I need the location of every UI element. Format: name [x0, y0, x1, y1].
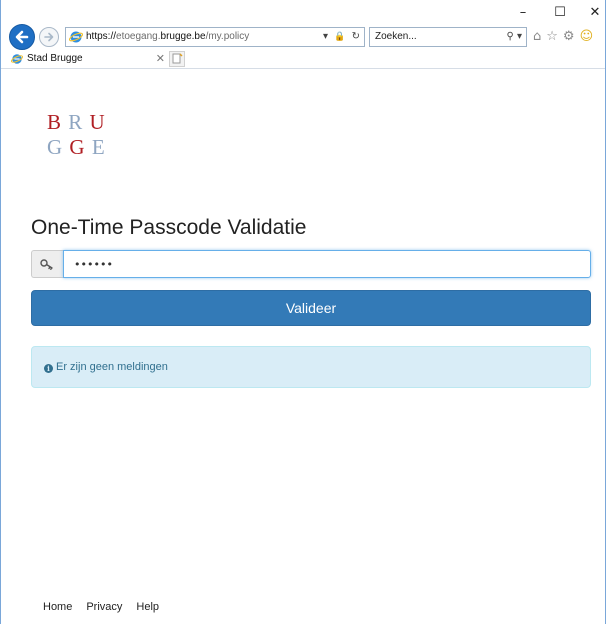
title-bar: – ☐ ✕: [1, 0, 605, 24]
minimize-button[interactable]: –: [515, 6, 531, 20]
page-title: One-Time Passcode Validatie: [31, 216, 307, 239]
tab-close-icon[interactable]: ✕: [156, 51, 165, 66]
browser-window: – ☐ ✕ https://etoegang.brugge.be/my.poli…: [0, 0, 606, 624]
new-tab-button[interactable]: [169, 51, 185, 67]
favorites-star-icon[interactable]: ☆: [546, 29, 558, 44]
search-icon[interactable]: ⚲: [506, 31, 513, 42]
maximize-button[interactable]: ☐: [552, 6, 568, 20]
feedback-smiley-icon[interactable]: ☺: [580, 29, 594, 44]
tab-favicon-icon: [11, 54, 23, 64]
validate-button[interactable]: Valideer: [31, 290, 591, 326]
search-dropdown-icon[interactable]: ▾: [517, 31, 522, 42]
url-host: brugge.be: [160, 31, 206, 42]
address-bar[interactable]: https://etoegang.brugge.be/my.policy ▾ 🔒…: [65, 27, 365, 47]
browser-toolbar: ⌂ ☆ ⚙ ☺: [533, 27, 598, 47]
passcode-input-group: [31, 250, 591, 278]
footer-link-help[interactable]: Help: [136, 601, 159, 613]
logo-letter: G: [47, 135, 64, 159]
close-window-button[interactable]: ✕: [587, 6, 603, 20]
back-arrow-icon: [15, 30, 29, 44]
forward-button[interactable]: [39, 27, 59, 47]
alert-text: Er zijn geen meldingen: [56, 361, 168, 373]
key-addon: [31, 250, 63, 278]
logo-letter: B: [47, 110, 63, 134]
logo-letter: E: [91, 135, 106, 159]
forward-arrow-icon: [44, 32, 54, 42]
footer-link-privacy[interactable]: Privacy: [86, 601, 122, 613]
lock-icon[interactable]: 🔒: [334, 32, 345, 42]
new-tab-icon: [172, 53, 183, 64]
search-placeholder: Zoeken...: [375, 31, 417, 42]
address-bar-icons: ▾ 🔒 ↻: [320, 30, 360, 44]
address-dropdown-icon[interactable]: ▾: [323, 31, 328, 42]
info-icon: i: [44, 364, 53, 373]
internet-explorer-icon: [69, 31, 83, 43]
settings-gear-icon[interactable]: ⚙: [563, 29, 575, 44]
logo-letter: G: [69, 135, 86, 159]
key-icon: [40, 259, 53, 270]
url-text: https://etoegang.brugge.be/my.policy: [86, 30, 249, 44]
url-subdomain: etoegang.: [116, 31, 161, 42]
logo-row-1: B R U: [47, 110, 106, 135]
url-scheme: https://: [86, 31, 117, 42]
footer-link-home[interactable]: Home: [43, 601, 72, 613]
info-alert: i Er zijn geen meldingen: [31, 346, 591, 388]
search-controls: ⚲ ▾: [506, 30, 522, 44]
home-icon[interactable]: ⌂: [533, 29, 541, 44]
footer-links: Home Privacy Help: [43, 600, 173, 614]
tab-strip: Stad Brugge ✕: [1, 50, 605, 69]
refresh-icon[interactable]: ↻: [352, 31, 360, 42]
back-button[interactable]: [9, 24, 35, 50]
tab-stad-brugge[interactable]: Stad Brugge ✕: [9, 51, 167, 68]
logo-letter: U: [89, 110, 106, 134]
url-path: /my.policy: [205, 31, 250, 42]
navigation-bar: https://etoegang.brugge.be/my.policy ▾ 🔒…: [1, 23, 605, 51]
passcode-input[interactable]: [63, 250, 591, 278]
search-box[interactable]: Zoeken... ⚲ ▾: [369, 27, 527, 47]
logo-letter: R: [68, 110, 84, 134]
tab-title: Stad Brugge: [27, 53, 83, 64]
brugge-logo: B R U G G E: [47, 110, 106, 160]
logo-row-2: G G E: [47, 135, 106, 160]
